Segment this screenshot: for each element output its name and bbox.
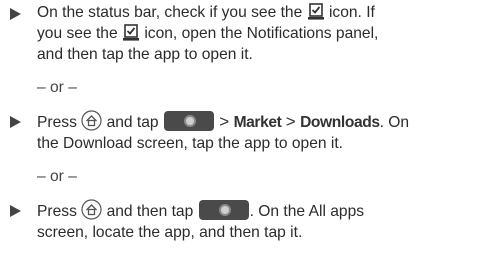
step-3-text: Press and then tap . On the All apps scr… <box>37 199 487 243</box>
step-1-text: On the status bar, check if you see the … <box>37 2 487 65</box>
bullet-arrow-icon <box>10 8 21 20</box>
step-1-line-1: On the status bar, check if you see the … <box>37 3 375 21</box>
or-separator-1: – or – <box>37 79 77 96</box>
bullet-arrow-icon <box>10 116 21 128</box>
step-3-line-1: Press and then tap . On the All apps <box>37 199 487 222</box>
downloads-label: Downloads <box>300 114 380 131</box>
all-apps-button-icon <box>198 200 249 220</box>
or-separator-2: – or – <box>37 168 77 185</box>
step-2-line-2: the Download screen, tap the app to open… <box>37 135 344 152</box>
step-3-line-2: screen, locate the app, and then tap it. <box>37 224 303 241</box>
home-button-icon <box>81 110 102 131</box>
home-button-icon <box>81 199 102 220</box>
market-label: Market <box>233 114 282 131</box>
step-2-line-1: Press and tap > Market > Downloads. On <box>37 110 410 131</box>
step-1-line-3: and then tap the app to open it. <box>37 46 253 63</box>
step-1-line-2: you see the icon, open the Notifications… <box>37 24 379 42</box>
all-apps-button-icon <box>163 111 214 131</box>
step-2-text: Press and tap > Market > Downloads. On t… <box>37 110 487 154</box>
bullet-arrow-icon <box>10 205 21 217</box>
download-complete-icon <box>307 3 324 20</box>
download-complete-icon <box>122 24 139 41</box>
